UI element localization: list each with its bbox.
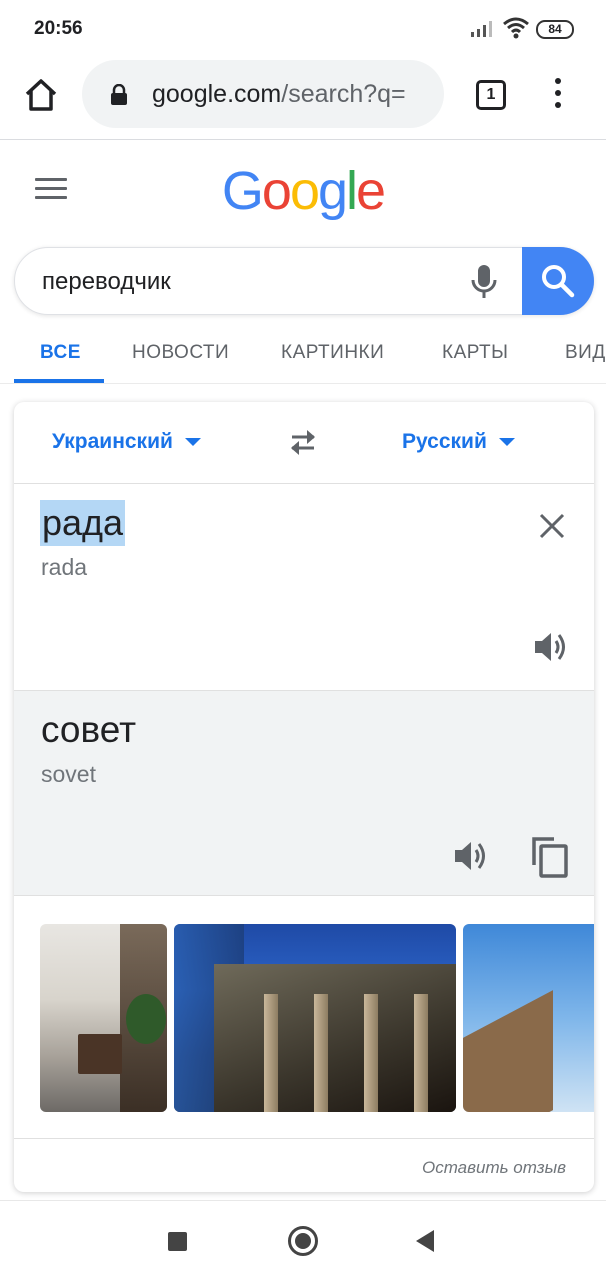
wifi-icon [503,17,529,39]
battery-icon: 84 [536,20,574,39]
copy-icon[interactable] [530,835,570,879]
feedback-row: Оставить отзыв [14,1138,594,1192]
active-tab-indicator [14,379,104,383]
back-icon[interactable] [416,1230,434,1252]
close-icon[interactable] [538,512,566,540]
lock-icon [111,84,127,105]
language-selector-row: Украинский Русский [14,402,594,484]
translation-panel: совет sovet [14,690,594,896]
translator-card: Украинский Русский рада rada совет sovet [14,402,594,1192]
url-text: google.com/search?q= [152,80,406,109]
source-transliteration: rada [41,554,88,580]
browser-toolbar: google.com/search?q= 1 [0,56,606,140]
url-host: google.com [152,80,282,108]
result-image[interactable] [463,924,594,1112]
microphone-icon[interactable] [470,264,498,300]
logo-letter: g [318,161,348,221]
target-language-dropdown[interactable]: Русский [402,430,515,454]
speaker-icon[interactable] [532,630,570,664]
speaker-icon[interactable] [452,839,490,873]
logo-letter: o [261,161,292,221]
search-box: переводчик [14,247,594,315]
logo-letter: e [356,161,386,221]
tab-count: 1 [486,86,496,103]
search-tabs: ВСЕ НОВОСТИ КАРТИНКИ КАРТЫ ВИДЕО [0,320,606,384]
image-strip [14,924,594,1112]
status-time: 20:56 [34,18,83,39]
logo-letter: G [221,161,264,221]
chevron-down-icon [498,438,515,447]
search-input[interactable]: переводчик [42,268,171,296]
home-icon[interactable] [22,76,60,114]
target-transliteration: sovet [41,761,96,787]
source-text-input[interactable]: рада [40,500,126,546]
result-image[interactable] [174,924,456,1112]
source-language-dropdown[interactable]: Украинский [52,430,201,454]
swap-languages-icon[interactable] [286,428,320,456]
address-bar[interactable]: google.com/search?q= [82,60,444,128]
menu-icon[interactable] [548,78,568,112]
status-bar: 20:56 84 [0,0,606,56]
tab-news[interactable]: НОВОСТИ [132,342,229,364]
logo-letter: l [346,161,358,221]
url-path: /search?q= [281,80,406,108]
home-button-icon[interactable] [288,1226,318,1256]
search-button[interactable] [522,247,594,315]
target-language-label: Русский [402,430,487,453]
tabs-icon[interactable]: 1 [476,80,506,110]
source-language-label: Украинский [52,430,173,453]
source-text-panel: рада rada [14,484,594,690]
system-navigation-bar [0,1200,606,1280]
search-icon [542,265,575,298]
tab-maps[interactable]: КАРТЫ [442,342,509,364]
result-image[interactable] [40,924,167,1112]
tab-all[interactable]: ВСЕ [40,342,81,364]
battery-level: 84 [548,22,562,36]
chevron-down-icon [184,438,201,447]
translated-text: совет [41,709,137,750]
logo-letter: o [289,161,320,221]
recents-icon[interactable] [168,1232,187,1251]
tab-video[interactable]: ВИДЕО [565,342,606,364]
tab-images[interactable]: КАРТИНКИ [281,342,384,364]
feedback-link[interactable]: Оставить отзыв [422,1158,566,1178]
google-logo[interactable]: Google [0,160,606,222]
signal-icon [471,21,492,37]
